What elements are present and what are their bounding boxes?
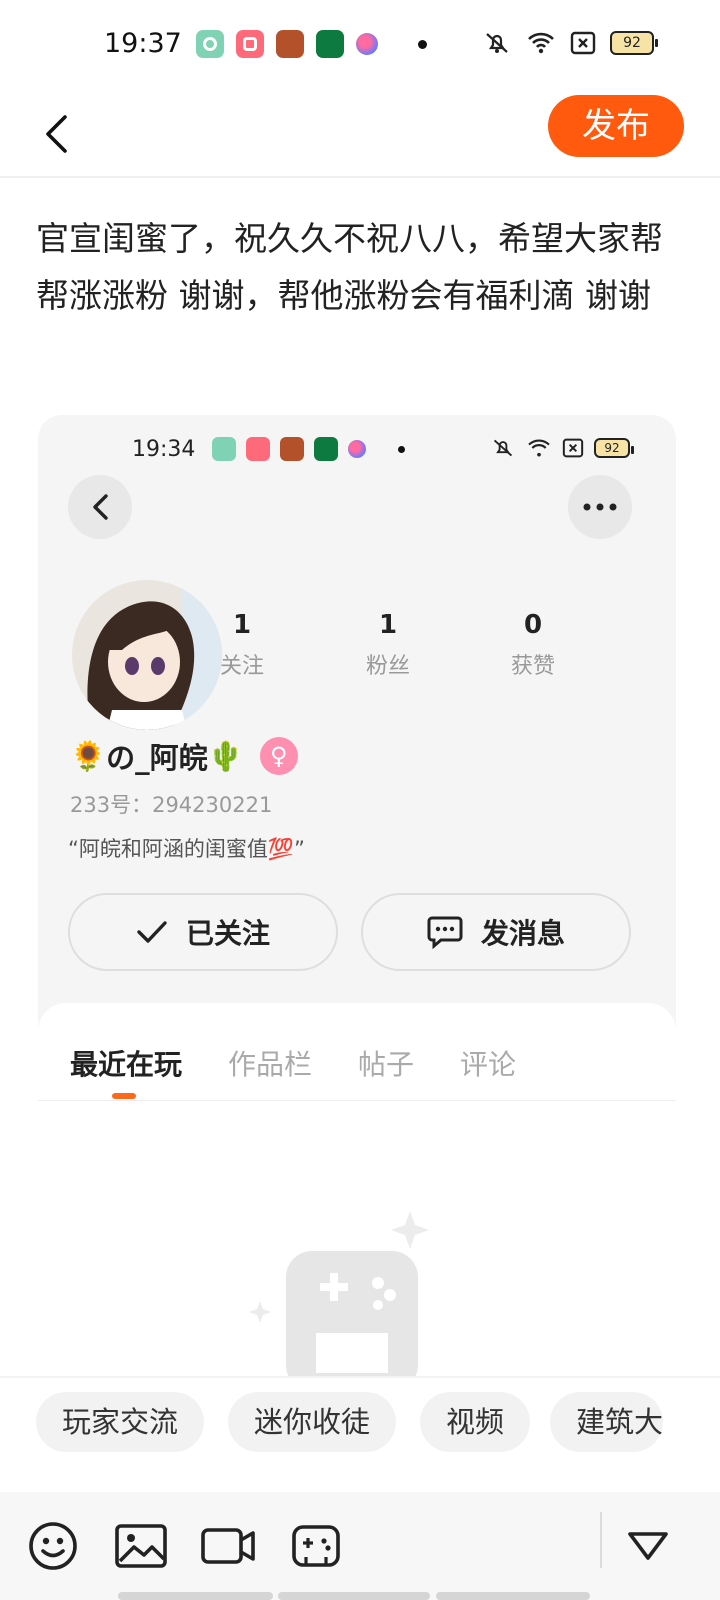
tab-posts: 帖子 xyxy=(358,1048,415,1081)
app-icon xyxy=(212,437,236,461)
profile-nickname: 🌻 の_阿皖 🌵 ♀ xyxy=(70,735,298,777)
app-icon xyxy=(316,30,344,58)
tab-divider xyxy=(38,1100,676,1101)
female-icon: ♀ xyxy=(259,737,298,775)
editor-toolbar xyxy=(0,1492,720,1600)
profile-uid: 233号：294230221 xyxy=(70,793,273,817)
sunflower-emoji: 🌻 xyxy=(70,738,107,773)
game-button[interactable] xyxy=(288,1520,344,1572)
app-icon xyxy=(348,440,366,458)
embedded-more-button xyxy=(568,475,632,539)
topic-chip-bar: 玩家交流 迷你收徒 视频 建筑大 xyxy=(0,1376,720,1462)
nickname-text: の_阿皖 xyxy=(106,741,208,775)
attached-image[interactable]: 19:34 92 1 关注 1 粉丝 0 获赞 🌻 の_阿皖 🌵 ♀ 233号：… xyxy=(38,415,676,1415)
notification-dot xyxy=(398,445,405,453)
home-indicator xyxy=(118,1592,273,1600)
back-button[interactable] xyxy=(36,104,76,164)
likes-count: 0 xyxy=(523,610,543,640)
followers-label: 粉丝 xyxy=(365,654,410,679)
tab-recent: 最近在玩 xyxy=(70,1048,183,1081)
notification-dot xyxy=(418,39,427,49)
collapse-icon xyxy=(628,1532,668,1560)
embedded-status-time: 19:34 xyxy=(132,437,196,462)
toolbar-divider xyxy=(600,1512,602,1568)
embedded-status-indicators: 92 xyxy=(490,437,634,459)
status-indicators: 92 xyxy=(482,30,658,56)
app-icon xyxy=(236,30,264,58)
embedded-back-button xyxy=(68,475,132,539)
app-icon xyxy=(246,437,270,461)
empty-gamepad-icon xyxy=(249,1211,429,1391)
cactus-emoji: 🌵 xyxy=(207,738,244,773)
home-indicator xyxy=(436,1592,590,1600)
following-stat: 1 关注 xyxy=(192,610,292,680)
likes-stat: 0 获赞 xyxy=(483,610,583,680)
chevron-left-icon xyxy=(93,494,108,520)
message-button: 发消息 xyxy=(361,893,631,971)
followers-count: 1 xyxy=(378,610,398,640)
mute-icon xyxy=(486,33,508,53)
sim-off-icon xyxy=(570,31,596,55)
publish-button[interactable]: 发布 xyxy=(548,95,684,157)
battery-icon: 92 xyxy=(610,31,658,55)
chat-bubble-icon xyxy=(427,916,463,949)
tab-comments: 评论 xyxy=(460,1048,517,1081)
followers-stat: 1 粉丝 xyxy=(338,610,438,680)
collapse-button[interactable] xyxy=(620,1520,676,1572)
post-text-editor[interactable]: 官宣闺蜜了，祝久久不祝八八，希望大家帮帮涨涨粉 谢谢，帮他涨粉会有福利滴 谢谢 xyxy=(36,210,676,324)
app-icon xyxy=(280,437,304,461)
wifi-icon xyxy=(528,439,550,457)
followed-button: 已关注 xyxy=(68,893,338,971)
video-button[interactable] xyxy=(200,1520,256,1572)
more-icon xyxy=(583,503,617,511)
emoji-button[interactable] xyxy=(25,1520,81,1572)
home-indicator xyxy=(278,1592,430,1600)
following-count: 1 xyxy=(232,610,252,640)
following-label: 关注 xyxy=(219,654,264,679)
topic-chip[interactable]: 建筑大 xyxy=(550,1392,664,1452)
app-icon xyxy=(276,30,304,58)
profile-bio: “阿皖和阿涵的闺蜜值💯” xyxy=(68,837,305,861)
app-icon xyxy=(356,33,378,55)
topic-chip[interactable]: 视频 xyxy=(420,1392,531,1452)
wifi-icon xyxy=(528,32,554,54)
likes-label: 获赞 xyxy=(510,654,555,679)
tab-indicator xyxy=(112,1093,136,1099)
video-icon xyxy=(201,1528,255,1564)
gamepad-icon xyxy=(292,1525,340,1567)
battery-icon: 92 xyxy=(594,438,634,458)
message-label: 发消息 xyxy=(480,917,565,950)
emoji-icon xyxy=(29,1522,77,1570)
mute-icon xyxy=(493,439,513,457)
status-time: 19:37 xyxy=(104,28,182,59)
status-app-icons xyxy=(196,30,427,58)
app-icon xyxy=(196,30,224,58)
app-icon xyxy=(314,437,338,461)
topic-chip[interactable]: 迷你收徒 xyxy=(228,1392,397,1452)
image-icon xyxy=(115,1524,167,1568)
embedded-status-apps xyxy=(212,437,405,461)
profile-tabs-panel: 最近在玩 作品栏 帖子 评论 xyxy=(38,1003,676,1415)
image-button[interactable] xyxy=(113,1520,169,1572)
topic-chip[interactable]: 玩家交流 xyxy=(36,1392,205,1452)
checkmark-icon xyxy=(137,921,167,943)
sim-off-icon xyxy=(562,438,584,458)
tab-works: 作品栏 xyxy=(228,1048,313,1081)
followed-label: 已关注 xyxy=(185,917,270,950)
chevron-left-icon xyxy=(46,115,67,153)
status-bar: 19:37 92 xyxy=(0,0,720,90)
top-bar: 发布 xyxy=(0,90,720,178)
